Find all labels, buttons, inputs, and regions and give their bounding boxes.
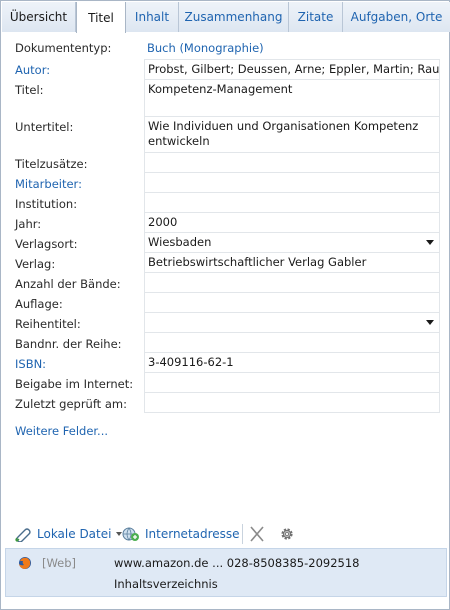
chevron-down-icon[interactable]: [426, 320, 434, 325]
bandnr-label: Bandnr. der Reihe:: [15, 337, 122, 351]
paperclip-icon: [14, 526, 32, 543]
institution-field[interactable]: [144, 193, 440, 213]
firefox-web-icon: [18, 556, 32, 570]
more-fields-link[interactable]: Weitere Felder...: [15, 424, 108, 438]
zuletzt-geprueft-field[interactable]: [144, 393, 440, 413]
mitarbeiter-label[interactable]: Mitarbeiter:: [15, 177, 82, 191]
bandnr-field[interactable]: [144, 333, 440, 353]
verlagsort-field[interactable]: Wiesbaden: [144, 233, 440, 253]
tab-zitate[interactable]: Zitate: [289, 2, 343, 32]
titelzusaetze-field[interactable]: [144, 153, 440, 173]
local-file-label: Lokale Datei: [37, 527, 112, 541]
reihentitel-field[interactable]: [144, 313, 440, 333]
jahr-label: Jahr:: [15, 217, 42, 231]
institution-label: Institution:: [15, 197, 78, 211]
tab-titel[interactable]: Titel: [76, 2, 126, 33]
beigabe-label: Beigabe im Internet:: [15, 377, 134, 391]
internet-address-label: Internetadresse: [145, 527, 240, 541]
tab-uebersicht[interactable]: Übersicht: [2, 2, 76, 32]
chevron-down-icon[interactable]: [426, 240, 434, 245]
tab-inhalt[interactable]: Inhalt: [126, 2, 179, 32]
anzahl-baende-field[interactable]: [144, 273, 440, 293]
verlagsort-label: Verlagsort:: [15, 237, 78, 251]
autor-label[interactable]: Autor:: [15, 63, 50, 77]
titelzusaetze-label: Titelzusätze:: [15, 157, 88, 171]
tab-bar: Übersicht Titel Inhalt Zusammenhang Zita…: [2, 2, 450, 33]
untertitel-field[interactable]: Wie Individuen und Organisationen Kompet…: [144, 117, 440, 153]
attachment-type: [Web]: [42, 556, 77, 570]
mitarbeiter-field[interactable]: [144, 173, 440, 193]
close-icon: [248, 526, 266, 542]
verlagsort-value: Wiesbaden: [148, 235, 212, 249]
local-file-button[interactable]: Lokale Datei: [14, 525, 123, 543]
untertitel-label: Untertitel:: [15, 120, 74, 134]
attachment-toolbar: Lokale Datei Internetadresse: [2, 521, 450, 547]
jahr-field[interactable]: 2000: [144, 213, 440, 233]
auflage-label: Auflage:: [15, 297, 63, 311]
beigabe-field[interactable]: [144, 373, 440, 393]
reihentitel-label: Reihentitel:: [15, 317, 81, 331]
titel-field[interactable]: Kompetenz-Management: [144, 80, 440, 117]
delete-button[interactable]: [248, 525, 271, 543]
autor-field[interactable]: Probst, Gilbert; Deussen, Arne; Eppler, …: [144, 59, 440, 80]
gear-icon: [278, 526, 296, 542]
anzahl-baende-label: Anzahl der Bände:: [15, 277, 121, 291]
dokumententyp-value[interactable]: Buch (Monographie): [144, 39, 440, 59]
dokumententyp-label: Dokumententyp:: [15, 41, 112, 55]
verlag-label: Verlag:: [15, 257, 56, 271]
auflage-field[interactable]: [144, 293, 440, 313]
internet-address-button[interactable]: Internetadresse: [122, 525, 240, 543]
attachment-list-item[interactable]: [Web] www.amazon.de ... 028-8508385-2092…: [5, 548, 447, 597]
settings-button[interactable]: [278, 525, 301, 543]
toolbar-separator: [242, 524, 243, 544]
globe-link-icon: [122, 526, 140, 542]
zuletzt-geprueft-label: Zuletzt geprüft am:: [15, 397, 127, 411]
literature-entry-panel: Übersicht Titel Inhalt Zusammenhang Zita…: [0, 0, 450, 610]
tab-zusammenhang[interactable]: Zusammenhang: [179, 2, 289, 32]
attachment-description: Inhaltsverzeichnis: [114, 577, 218, 591]
titel-label: Titel:: [15, 83, 44, 97]
isbn-label[interactable]: ISBN:: [15, 357, 46, 371]
verlag-field[interactable]: Betriebswirtschaftlicher Verlag Gabler: [144, 253, 440, 273]
tab-aufgaben-orte[interactable]: Aufgaben, Orte: [343, 2, 450, 32]
isbn-field[interactable]: 3-409116-62-1: [144, 353, 440, 373]
attachment-url: www.amazon.de ... 028-8508385-2092518: [114, 556, 360, 570]
